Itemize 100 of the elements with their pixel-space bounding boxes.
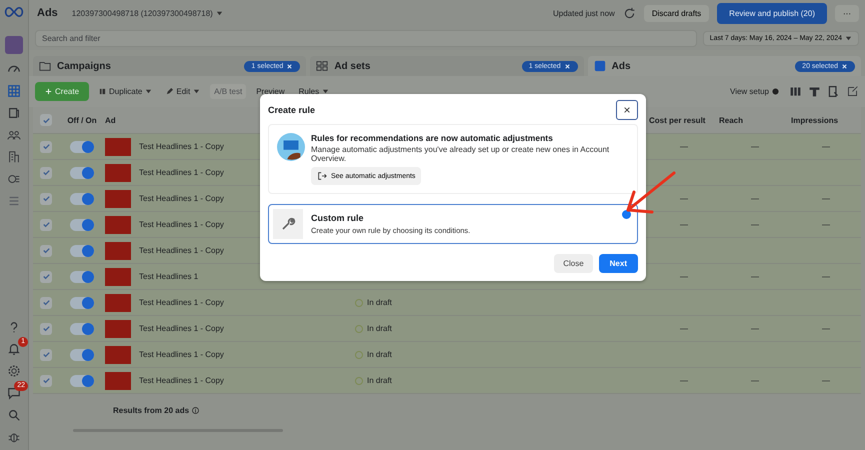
delivery-status: In draft [367, 350, 392, 359]
search-icon[interactable] [7, 408, 21, 422]
settings-icon[interactable] [7, 364, 21, 378]
ad-name[interactable]: Test Headlines 1 - Copy [139, 350, 224, 359]
ad-name[interactable]: Test Headlines 1 - Copy [139, 220, 224, 229]
row-checkbox[interactable] [40, 270, 52, 282]
column-header[interactable]: Cost per result [649, 116, 719, 124]
metric-cell-text: — [679, 220, 689, 229]
ad-toggle[interactable] [70, 244, 94, 256]
ad-thumbnail [105, 216, 131, 234]
metric-cell-text: — [821, 194, 831, 203]
metric-cell-text: — [679, 324, 689, 333]
ad-thumbnail [105, 294, 131, 312]
radio-button[interactable] [622, 210, 631, 219]
row-checkbox[interactable] [40, 192, 52, 204]
info-icon[interactable] [192, 406, 200, 414]
caret-icon [845, 34, 852, 42]
column-header[interactable]: Impressions [791, 116, 861, 124]
delivery-status: In draft [367, 298, 392, 307]
ad-name[interactable]: Test Headlines 1 [139, 272, 198, 281]
view-setup-button[interactable]: View setup [726, 84, 783, 99]
check-icon [42, 350, 50, 359]
table-icon[interactable] [7, 84, 21, 98]
ad-name[interactable]: Test Headlines 1 - Copy [139, 376, 224, 385]
column-header[interactable]: Reach [719, 116, 791, 124]
close-button[interactable]: × [616, 100, 638, 120]
refresh-icon[interactable] [622, 6, 636, 20]
ab-test-button[interactable]: A/B test [210, 84, 246, 99]
preview-button[interactable]: Preview [252, 84, 289, 99]
caret-icon [193, 88, 200, 95]
bell-icon[interactable] [7, 342, 21, 356]
row-checkbox[interactable] [40, 166, 52, 178]
more-button[interactable]: ··· [835, 4, 859, 22]
ad-thumbnail [105, 346, 131, 364]
ad-toggle[interactable] [70, 374, 94, 386]
ad-thumbnail [105, 268, 131, 286]
building-icon[interactable] [7, 150, 21, 164]
menu-icon[interactable] [7, 194, 21, 208]
row-checkbox[interactable] [40, 244, 52, 256]
select-all-checkbox[interactable] [40, 114, 52, 126]
row-checkbox[interactable] [40, 296, 52, 308]
review-publish-button[interactable]: Review and publish (20) [717, 2, 827, 24]
ad-toggle[interactable] [70, 140, 94, 152]
ad-thumbnail [105, 138, 131, 156]
ad-toggle[interactable] [70, 322, 94, 334]
caret-icon [216, 10, 223, 16]
delivery-status: In draft [367, 376, 392, 385]
ad-toggle[interactable] [70, 270, 94, 282]
metric-cell-text: — [750, 220, 760, 229]
ad-toggle[interactable] [70, 192, 94, 204]
row-checkbox[interactable] [40, 322, 52, 334]
notice-heading: Rules for recommendations are now automatic adjustments [311, 133, 553, 143]
check-icon [42, 220, 50, 229]
row-checkbox[interactable] [40, 348, 52, 360]
tab-label: Ad sets [334, 60, 370, 72]
chat-icon[interactable] [7, 386, 21, 400]
pages-icon[interactable] [7, 106, 21, 120]
export-icon[interactable] [846, 85, 859, 98]
check-icon [42, 376, 50, 385]
check-icon [42, 272, 50, 281]
metric-cell-text: — [821, 220, 831, 229]
ad-name[interactable]: Test Headlines 1 - Copy [139, 324, 224, 333]
status-dot [355, 324, 363, 332]
columns-icon[interactable] [789, 85, 802, 98]
metric-cell-text: — [679, 376, 689, 385]
close-dialog-button[interactable]: Close [554, 254, 593, 273]
row-checkbox[interactable] [40, 140, 52, 152]
ad-toggle[interactable] [70, 348, 94, 360]
search-field[interactable]: Search and filter [35, 30, 697, 46]
metric-cell-text: — [821, 324, 831, 333]
metric-cell-text: — [750, 324, 760, 333]
ad-name[interactable]: Test Headlines 1 - Copy [139, 298, 224, 307]
edit-button[interactable]: Edit [162, 84, 204, 99]
check-icon [42, 142, 50, 151]
ad-name[interactable]: Test Headlines 1 - Copy [139, 194, 224, 203]
row-checkbox[interactable] [40, 218, 52, 230]
create-button[interactable]: Create [35, 82, 90, 101]
ad-name[interactable]: Test Headlines 1 - Copy [139, 168, 224, 177]
ad-toggle[interactable] [70, 166, 94, 178]
check-icon [42, 116, 50, 124]
discard-drafts-button[interactable]: Discard drafts [644, 4, 710, 22]
grid-icon [316, 60, 328, 72]
check-icon [42, 194, 50, 203]
ad-thumbnail [105, 320, 131, 338]
account-dropdown[interactable]: 120397300498718 (120397300498718) [66, 8, 229, 18]
ad-name[interactable]: Test Headlines 1 - Copy [139, 246, 224, 255]
column-header[interactable]: Off / On [59, 116, 105, 124]
status-dot [355, 298, 363, 306]
duplicate-button[interactable]: Duplicate [95, 84, 156, 99]
next-button[interactable]: Next [598, 254, 638, 273]
delivery-status: In draft [367, 324, 392, 333]
ad-toggle[interactable] [70, 296, 94, 308]
row-checkbox[interactable] [40, 374, 52, 386]
metric-cell-text: — [750, 272, 760, 281]
ad-name[interactable]: Test Headlines 1 - Copy [139, 142, 224, 151]
profile-avatar[interactable] [5, 36, 23, 54]
ad-toggle[interactable] [70, 218, 94, 230]
infinity-logo-icon[interactable] [4, 6, 24, 18]
people-icon[interactable] [7, 128, 21, 142]
close-icon [564, 62, 571, 70]
